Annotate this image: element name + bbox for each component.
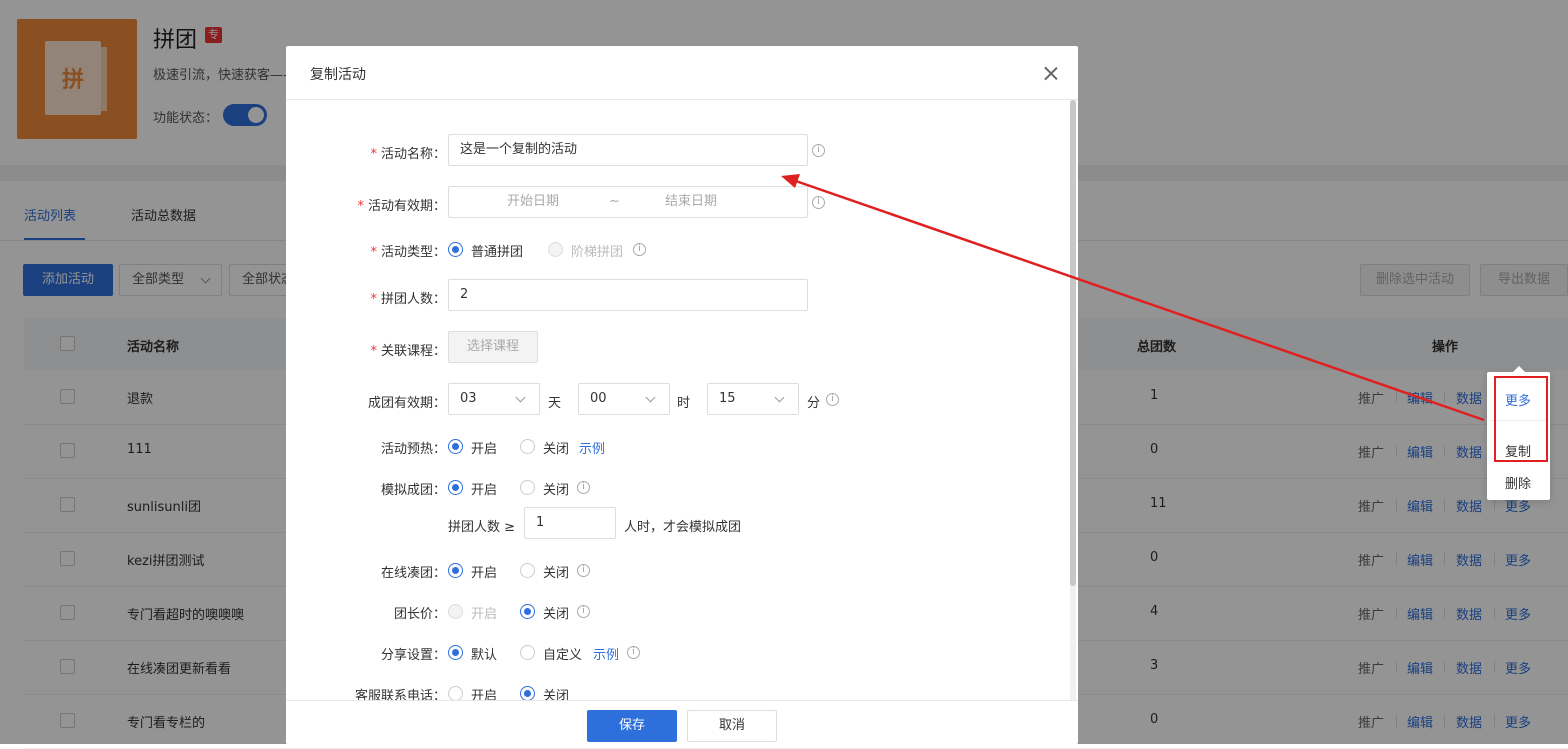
annotation-arrow: [781, 174, 1485, 422]
